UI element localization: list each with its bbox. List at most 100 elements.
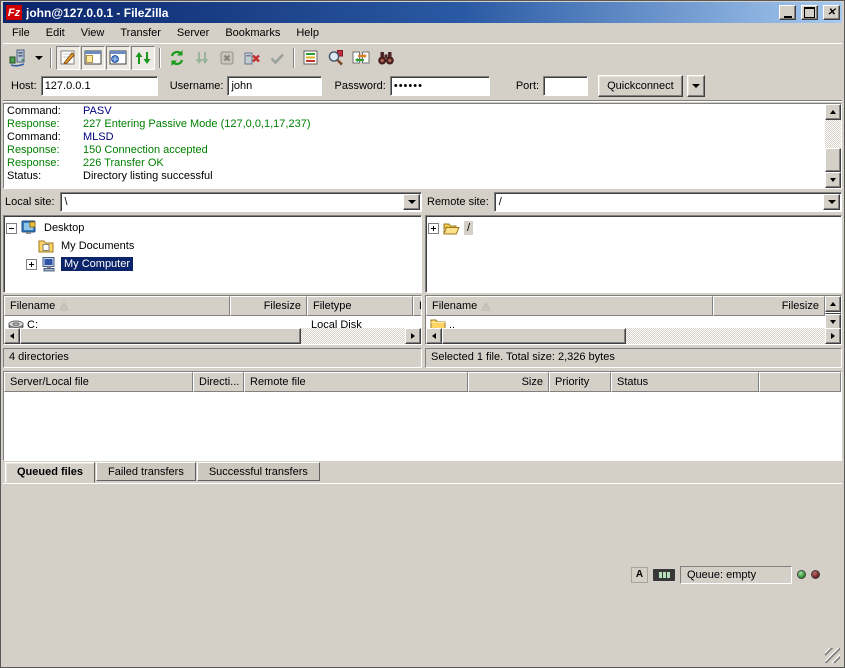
column-server-local-file[interactable]: Server/Local file [4, 372, 193, 392]
scroll-left-button[interactable] [4, 328, 20, 344]
tree-item-root[interactable]: / [428, 219, 839, 237]
menu-bar: File Edit View Transfer Server Bookmarks… [3, 23, 842, 43]
scroll-left-button[interactable] [426, 328, 442, 344]
column-filetype[interactable]: Filetype [307, 296, 413, 316]
tree-item-my-documents[interactable]: My Documents [6, 237, 419, 255]
resize-grip[interactable] [825, 648, 840, 663]
reconnect-button[interactable] [265, 46, 289, 70]
combo-dropdown-button[interactable] [403, 194, 420, 210]
username-input[interactable] [227, 76, 322, 96]
refresh-button[interactable] [165, 46, 189, 70]
filter-button[interactable] [324, 46, 348, 70]
scroll-right-button[interactable] [825, 328, 841, 344]
scroll-right-button[interactable] [405, 328, 421, 344]
sort-ascending-icon [482, 303, 490, 310]
tab-failed-transfers[interactable]: Failed transfers [96, 462, 196, 481]
column-priority[interactable]: Priority [549, 372, 611, 392]
site-manager-dropdown-button[interactable] [31, 46, 46, 70]
my-documents-icon [38, 239, 54, 253]
toggle-remote-tree-button[interactable] [106, 46, 130, 70]
filezilla-window: Fz john@127.0.0.1 - FileZilla File Edit … [0, 0, 845, 668]
quickconnect-bar: Host: Username: Password: Port: Quickcon… [3, 71, 842, 101]
remote-site-combo[interactable]: / [494, 192, 842, 212]
process-queue-button[interactable] [190, 46, 214, 70]
toggle-local-tree-button[interactable] [81, 46, 105, 70]
disconnect-button[interactable] [240, 46, 264, 70]
column-status[interactable]: Status [611, 372, 759, 392]
tree-item-desktop[interactable]: Desktop [6, 219, 419, 237]
directory-comparison-button[interactable] [299, 46, 323, 70]
remote-treeview-icon [109, 49, 127, 67]
scroll-up-button[interactable] [825, 104, 841, 120]
log-line: Command:MLSD [7, 131, 822, 144]
host-label: Host: [11, 80, 37, 92]
close-button[interactable] [823, 5, 840, 20]
toggle-message-log-button[interactable] [56, 46, 80, 70]
minimize-button[interactable] [779, 5, 796, 20]
browser-panes: Local site: \ Desktop My Documents [3, 189, 842, 368]
remote-hscrollbar[interactable] [426, 328, 841, 344]
expand-icon[interactable] [26, 259, 37, 270]
password-input[interactable] [390, 76, 490, 96]
column-remote-file[interactable]: Remote file [244, 372, 468, 392]
column-filesize[interactable]: Filesize [230, 296, 307, 316]
local-site-combo[interactable]: \ [60, 192, 422, 212]
menu-view[interactable]: View [73, 24, 113, 42]
maximize-button[interactable] [801, 5, 818, 20]
remote-vscrollbar[interactable] [825, 296, 841, 328]
toolbar-separator [293, 48, 295, 68]
scroll-thumb[interactable] [442, 328, 626, 344]
chevron-down-icon [692, 84, 700, 88]
menu-edit[interactable]: Edit [38, 24, 73, 42]
toggle-transfer-queue-button[interactable] [131, 46, 155, 70]
log-line: Command:PASV [7, 105, 822, 118]
local-pane: Local site: \ Desktop My Documents [3, 191, 422, 368]
host-input[interactable] [41, 76, 158, 96]
message-log-lines: Command:PASV Response:227 Entering Passi… [4, 104, 825, 188]
column-last-modified[interactable]: L [413, 296, 421, 316]
refresh-icon [168, 49, 186, 67]
local-list-header: Filename Filesize Filetype L [4, 296, 421, 316]
scroll-down-button[interactable] [825, 172, 841, 188]
scroll-thumb[interactable] [20, 328, 301, 344]
process-queue-icon [193, 49, 211, 67]
tab-successful-transfers[interactable]: Successful transfers [197, 462, 320, 481]
column-direction[interactable]: Directi... [193, 372, 244, 392]
local-hscrollbar[interactable] [4, 328, 421, 344]
chevron-down-icon [828, 200, 836, 204]
quickconnect-dropdown-button[interactable] [687, 75, 705, 97]
quickconnect-button[interactable]: Quickconnect [598, 75, 683, 97]
column-filesize[interactable]: Filesize [713, 296, 825, 316]
tree-item-my-computer[interactable]: My Computer [6, 255, 419, 273]
cancel-operation-button[interactable] [215, 46, 239, 70]
tab-queued-files[interactable]: Queued files [5, 462, 95, 483]
site-manager-button[interactable] [6, 46, 30, 70]
local-row-c-drive[interactable]: C: Local Disk [4, 316, 421, 328]
column-filename[interactable]: Filename [4, 296, 230, 316]
find-files-button[interactable] [374, 46, 398, 70]
remote-list-body: .. forbidden img [426, 316, 825, 328]
port-input[interactable] [543, 76, 588, 96]
column-filename[interactable]: Filename [426, 296, 713, 316]
transfer-type-icon[interactable]: A [631, 567, 648, 583]
synchronized-browsing-button[interactable] [349, 46, 373, 70]
local-status-text: 4 directories [3, 348, 422, 368]
sort-ascending-icon [60, 303, 68, 310]
username-label: Username: [170, 80, 224, 92]
combo-dropdown-button[interactable] [823, 194, 840, 210]
log-scrollbar[interactable] [825, 104, 841, 188]
remote-row[interactable]: .. [426, 316, 825, 328]
scroll-thumb[interactable] [825, 148, 841, 172]
chevron-down-icon [408, 200, 416, 204]
menu-server[interactable]: Server [169, 24, 217, 42]
menu-file[interactable]: File [4, 24, 38, 42]
expand-icon[interactable] [428, 223, 439, 234]
menu-transfer[interactable]: Transfer [112, 24, 169, 42]
column-size[interactable]: Size [468, 372, 549, 392]
collapse-icon[interactable] [6, 223, 17, 234]
menu-bookmarks[interactable]: Bookmarks [217, 24, 288, 42]
remote-tree: / [425, 215, 842, 293]
menu-help[interactable]: Help [288, 24, 327, 42]
desktop-icon [21, 220, 37, 236]
scroll-up-button[interactable] [825, 296, 841, 312]
